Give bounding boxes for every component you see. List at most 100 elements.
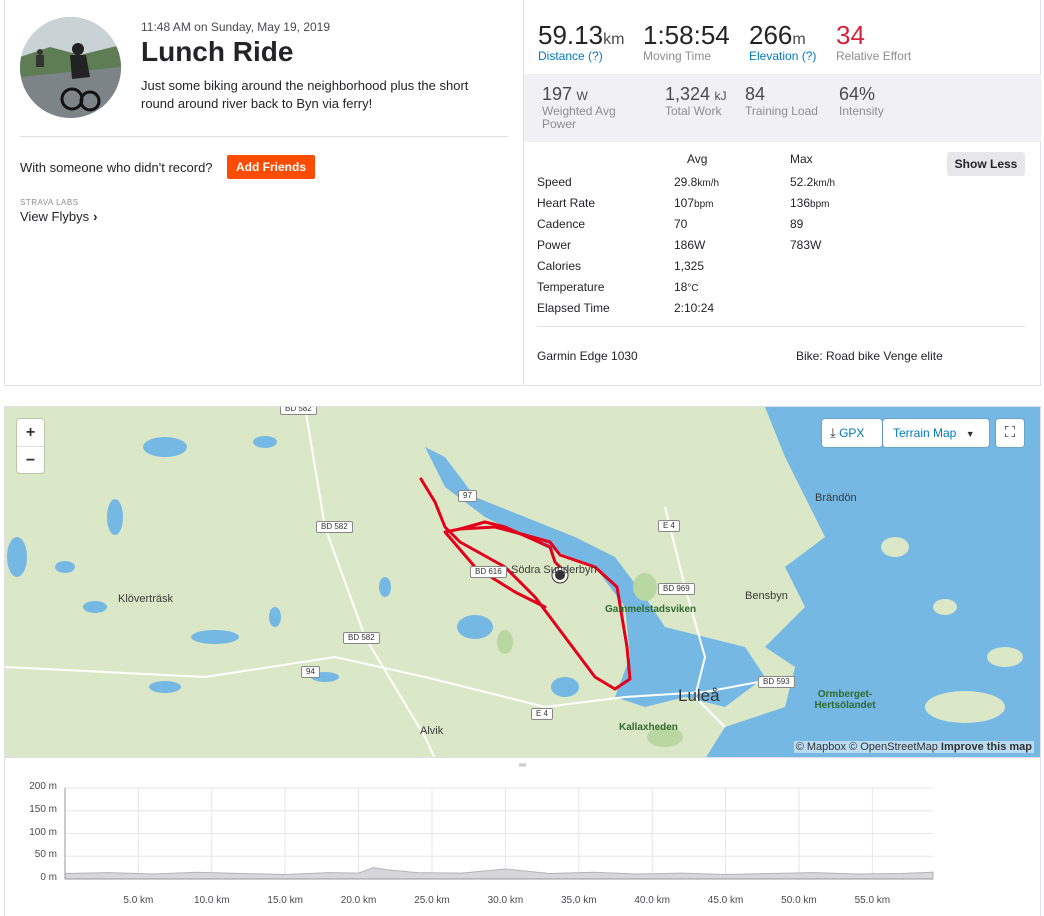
stat-elevation: 266m Elevation (?) <box>749 20 816 63</box>
strava-labs-label: STRAVA LABS <box>20 198 79 207</box>
stat-value: 84 <box>745 84 766 104</box>
avg-unit: °C <box>687 283 699 294</box>
avg-header: Avg <box>687 152 708 166</box>
zoom-out-button[interactable]: − <box>17 446 44 473</box>
row-name: Heart Rate <box>537 196 596 210</box>
show-less-button[interactable]: Show Less <box>947 152 1025 176</box>
add-friends-button[interactable]: Add Friends <box>227 155 315 179</box>
stat-label: Relative Effort <box>836 49 912 63</box>
row-name: Elapsed Time <box>537 301 610 315</box>
stat-label-line2: Power <box>542 117 577 131</box>
y-tick-label: 100 m <box>29 826 57 838</box>
divider <box>537 326 1025 327</box>
road-shield: BD 582 <box>343 632 380 644</box>
improve-map-link[interactable]: Improve this map <box>941 741 1032 753</box>
road-shield: E 4 <box>658 520 681 532</box>
stat-weighted-power: 197 W Weighted Avg Power <box>542 84 616 131</box>
map-style-label: Terrain Map <box>893 426 957 440</box>
road-shield: BD 969 <box>658 583 695 595</box>
row-name: Temperature <box>537 280 605 294</box>
row-max: 136bpm <box>790 196 829 210</box>
y-tick-label: 150 m <box>29 803 57 815</box>
activity-title[interactable]: Lunch Ride <box>141 36 293 68</box>
road-shield: BD 593 <box>758 676 795 688</box>
row-max: 783W <box>790 238 821 252</box>
row-avg: 2:10:24 <box>674 301 715 315</box>
avg-unit: km/h <box>697 178 720 189</box>
avatar[interactable] <box>20 17 121 118</box>
row-name: Calories <box>537 259 582 273</box>
elevation-chart[interactable] <box>5 758 1042 916</box>
stat-relative-effort[interactable]: 34 Relative Effort <box>836 20 911 63</box>
row-avg: 186W <box>674 238 705 252</box>
stat-moving-time: 1:58:54 Moving Time <box>643 20 730 63</box>
stat-label: Total Work <box>665 104 722 118</box>
avg-unit: W <box>694 238 706 252</box>
chevron-right-icon: › <box>93 209 98 224</box>
y-tick-label: 200 m <box>29 781 57 792</box>
stat-intensity: 64% Intensity <box>839 84 884 118</box>
row-name: Speed <box>537 175 572 189</box>
attribution-text[interactable]: © Mapbox © OpenStreetMap <box>796 741 938 753</box>
road-shield: BD 616 <box>470 566 507 578</box>
stat-label: Moving Time <box>643 49 712 63</box>
row-avg: 18°C <box>674 280 699 294</box>
max-unit: km/h <box>813 178 836 189</box>
zoom-in-button[interactable]: + <box>17 419 44 446</box>
map-attribution: © Mapbox © OpenStreetMap Improve this ma… <box>793 741 1034 753</box>
stat-total-work: 1,324 kJ Total Work <box>665 84 727 118</box>
divider <box>20 136 508 137</box>
map-canvas[interactable] <box>5 407 1041 758</box>
road-shield: 97 <box>458 490 477 502</box>
stat-unit: W <box>576 89 588 103</box>
stat-label-distance[interactable]: Distance (?) <box>538 49 624 63</box>
fullscreen-button[interactable]: ⛶ <box>996 419 1024 447</box>
gpx-download-button[interactable]: ⤓ GPX <box>822 419 882 447</box>
stat-value: 34 <box>836 20 865 50</box>
max-unit: bpm <box>810 199 830 210</box>
road-shield: BD 582 <box>280 407 317 415</box>
x-tick-label: 40.0 km <box>634 895 670 906</box>
stat-value: 1:58:54 <box>643 20 730 50</box>
max-unit: W <box>810 238 822 252</box>
map-style-select[interactable]: Terrain Map ▼ <box>883 419 989 447</box>
avg-value: 18 <box>674 280 688 294</box>
place-label: Luleå <box>678 686 720 705</box>
view-flybys-link[interactable]: View Flybys › <box>20 209 97 224</box>
stat-unit: m <box>792 31 806 48</box>
row-avg: 29.8km/h <box>674 175 719 189</box>
fullscreen-icon: ⛶ <box>1004 424 1016 441</box>
view-flybys-label: View Flybys <box>20 209 90 224</box>
avg-value: 186 <box>674 238 695 252</box>
place-label: Södra Sunderbyn <box>511 564 597 576</box>
place-label: Bensbyn <box>745 590 788 602</box>
caret-down-icon: ▼ <box>965 429 975 439</box>
elevation-profile[interactable]: ═ 200 m 150 m 100 m 50 m0 m 5.0 km 10.0 km 15… <box>4 758 1041 916</box>
place-label: Klöverträsk <box>118 593 174 605</box>
avg-value: 29.8 <box>674 175 698 189</box>
road-shield: BD 582 <box>316 521 353 533</box>
max-value: 52.2 <box>790 175 814 189</box>
max-header: Max <box>790 152 813 166</box>
x-tick-label: 50.0 km <box>781 895 817 906</box>
x-tick-label: 25.0 km <box>414 895 450 906</box>
stat-distance: 59.13km Distance (?) <box>538 20 624 63</box>
row-name: Power <box>537 238 572 252</box>
stats-panel: 59.13km Distance (?) 1:58:54 Moving Time… <box>524 0 1041 385</box>
place-label: Alvik <box>420 725 444 737</box>
with-someone-text: With someone who didn't record? <box>20 160 213 175</box>
road-shield: E 4 <box>531 708 554 720</box>
bike-name: Bike: Road bike Venge elite <box>796 349 943 363</box>
activity-timestamp: 11:48 AM on Sunday, May 19, 2019 <box>141 20 331 34</box>
place-label: Gammelstadsviken <box>605 604 697 615</box>
place-label: Brändön <box>815 492 857 504</box>
stat-value: 1,324 <box>665 84 711 104</box>
stat-unit: kJ <box>714 89 727 103</box>
avg-value: 107 <box>674 196 695 210</box>
stat-label-elevation[interactable]: Elevation (?) <box>749 49 816 63</box>
place-label: Ormberget-Hertsölandet <box>814 689 876 711</box>
zoom-controls: + − <box>17 419 44 473</box>
x-tick-label: 5.0 km <box>123 895 154 906</box>
row-avg: 70 <box>674 217 688 231</box>
route-map[interactable]: Klöverträsk Södra Sunderbyn Gammelstadsv… <box>4 406 1041 758</box>
